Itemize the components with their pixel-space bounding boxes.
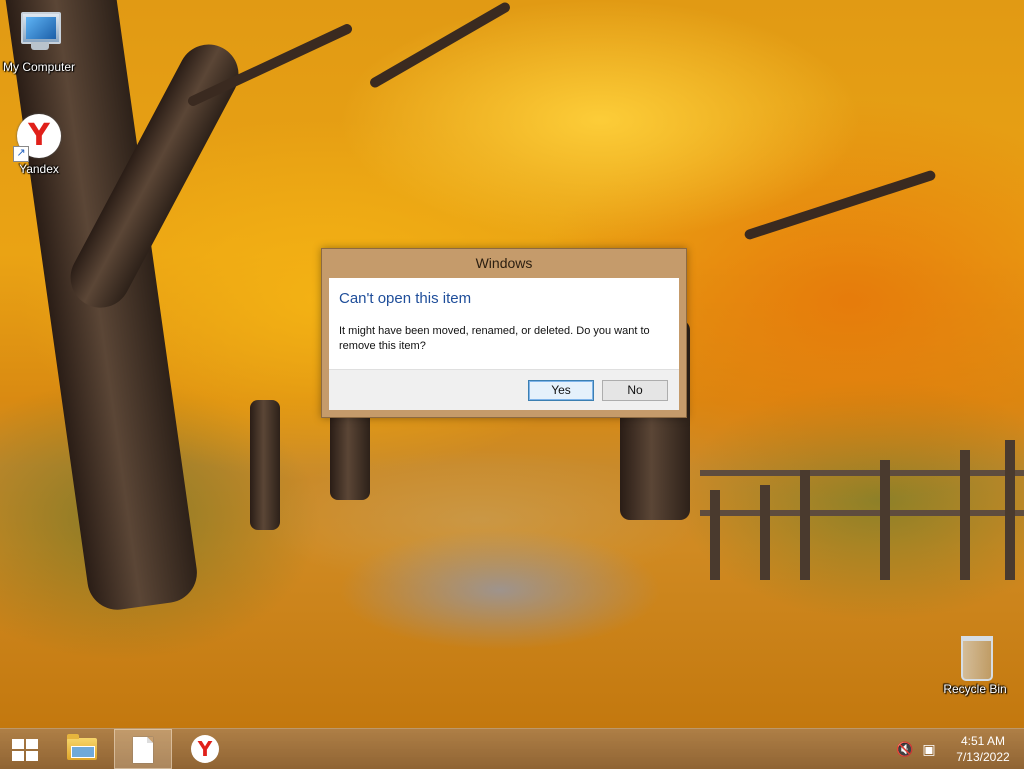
desktop-icon-label: Recycle Bin bbox=[943, 682, 1007, 696]
dialog-message: It might have been moved, renamed, or de… bbox=[339, 325, 650, 352]
computer-icon bbox=[15, 10, 63, 58]
dialog-heading: Can't open this item bbox=[339, 290, 472, 307]
recycle-bin-icon bbox=[951, 632, 999, 681]
desktop-icon-recycle-bin[interactable]: Recycle Bin bbox=[935, 632, 1015, 696]
tree-trunk bbox=[250, 400, 280, 530]
shortcut-arrow-icon: ↗ bbox=[13, 146, 29, 162]
yandex-icon: Y ↗ bbox=[13, 112, 63, 162]
start-button[interactable] bbox=[0, 729, 52, 769]
tree-branch bbox=[743, 169, 937, 241]
clock-time: 4:51 AM bbox=[960, 734, 1006, 748]
desktop-icon-label: Yandex bbox=[19, 162, 59, 176]
taskbar-document[interactable] bbox=[114, 729, 172, 769]
wooden-fence bbox=[700, 440, 1024, 580]
volume-muted-icon[interactable]: 🔇 bbox=[896, 741, 914, 757]
windows-start-icon bbox=[12, 739, 38, 761]
tree-trunk bbox=[330, 410, 370, 500]
no-button[interactable]: No bbox=[602, 380, 668, 401]
dialog-title[interactable]: Windows bbox=[322, 249, 686, 277]
yandex-browser-icon: Y bbox=[191, 735, 219, 763]
error-dialog: Windows Can't open this item It might ha… bbox=[321, 248, 687, 418]
desktop-icon-label: My Computer bbox=[2, 60, 76, 74]
desktop-icon-my-computer[interactable]: My Computer bbox=[0, 10, 79, 74]
network-icon[interactable]: ▣ bbox=[920, 741, 938, 757]
taskbar-file-explorer[interactable] bbox=[56, 729, 108, 769]
clock[interactable]: 4:51 AM 7/13/2022 bbox=[948, 733, 1018, 765]
taskbar-yandex-browser[interactable]: Y bbox=[180, 729, 232, 769]
tree-branch bbox=[368, 0, 512, 90]
desktop-icon-yandex[interactable]: Y ↗ Yandex bbox=[0, 112, 79, 176]
clock-date: 7/13/2022 bbox=[956, 750, 1010, 764]
taskbar: Y 🔇 ▣ 4:51 AM 7/13/2022 bbox=[0, 728, 1024, 769]
file-explorer-icon bbox=[67, 734, 97, 760]
document-icon bbox=[133, 737, 153, 763]
dialog-body: Can't open this item It might have been … bbox=[329, 278, 679, 410]
yes-button[interactable]: Yes bbox=[528, 380, 594, 401]
dialog-button-bar: Yes No bbox=[329, 369, 679, 410]
